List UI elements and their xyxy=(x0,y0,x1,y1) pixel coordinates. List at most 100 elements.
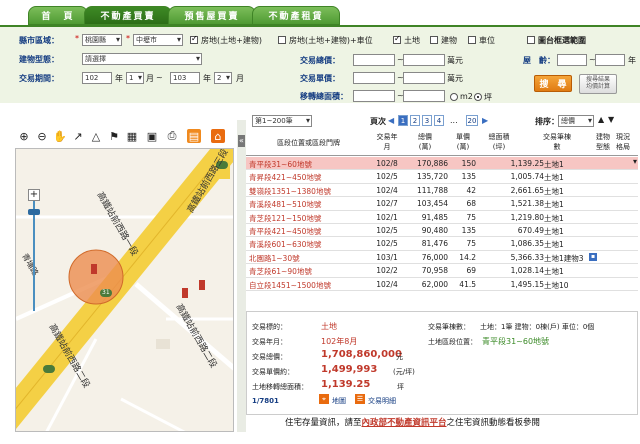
checkbox-house-land[interactable] xyxy=(190,34,198,44)
select-rect-icon[interactable]: ▦ xyxy=(125,129,139,143)
range-tilde: ~ xyxy=(156,73,163,82)
detail-link-icon[interactable]: ☰ xyxy=(355,394,365,404)
zoom-in-icon[interactable]: ⊕ xyxy=(17,129,31,143)
checkbox-house-land-parking[interactable] xyxy=(278,36,286,44)
age-max[interactable] xyxy=(595,54,625,66)
search-button[interactable]: 搜 尋 xyxy=(534,75,572,92)
building-info-icon[interactable]: ▪ xyxy=(589,252,597,261)
unit-price-max[interactable] xyxy=(403,72,445,84)
average-price-button[interactable]: 搜尋結果 均價計算 xyxy=(579,74,617,94)
cell-unit: 75 xyxy=(466,239,476,249)
cell-unit: 135 xyxy=(461,225,476,235)
footer-link[interactable]: 內政部不動產資訊平台 xyxy=(362,418,447,428)
period-to-year[interactable]: 103 xyxy=(170,72,200,84)
page-link[interactable]: 4 xyxy=(434,115,444,126)
total-price-unit: 萬元 xyxy=(447,56,463,65)
layer-icon[interactable]: ▤ xyxy=(187,129,201,143)
header-total[interactable]: 總價(萬) xyxy=(412,132,438,152)
measure-line-icon[interactable]: ↗ xyxy=(71,129,85,143)
header-date[interactable]: 交易年月 xyxy=(374,132,400,152)
county-select[interactable]: 桃園縣 xyxy=(82,34,122,46)
total-price-max[interactable] xyxy=(403,54,445,66)
table-row[interactable]: 青芝段121~150地號 102/1 91,485 75 1,219.80 土地1 xyxy=(246,211,638,224)
sort-asc-icon[interactable]: ▲ xyxy=(598,115,604,124)
footer-prefix: 住宅存量資訊，請至 xyxy=(285,418,362,428)
table-row[interactable]: 青芝段61~90地號 102/2 70,958 69 1,028.14 土地1 xyxy=(246,264,638,278)
detail-area-value: 1,139.25 xyxy=(321,379,371,390)
year-unit: 年 xyxy=(115,74,123,83)
period-to-month[interactable]: 2 xyxy=(214,72,232,84)
area-max[interactable] xyxy=(403,90,445,102)
radio-m2[interactable] xyxy=(450,93,458,101)
zoom-out-icon[interactable]: ⊖ xyxy=(35,129,49,143)
tab-home[interactable]: 首 頁 xyxy=(28,6,88,25)
marker-tool-icon[interactable]: ⚑ xyxy=(107,129,121,143)
checkbox-building[interactable] xyxy=(430,36,438,44)
header-unit[interactable]: 單價(萬) xyxy=(450,132,476,152)
map-link[interactable]: 地圖 xyxy=(332,396,346,406)
measure-area-icon[interactable]: △ xyxy=(89,129,103,143)
table-row[interactable]: 自立段1451~1500地號 102/4 62,000 41.5 1,495.15 土地1… xyxy=(246,278,638,291)
page-link[interactable]: 20 xyxy=(466,115,478,126)
average-price-line: 均價計算 xyxy=(585,83,610,90)
district-select[interactable]: 中壢市 xyxy=(133,34,183,46)
checkbox-label: 車位 xyxy=(479,36,495,45)
full-extent-icon[interactable]: ▣ xyxy=(145,129,159,143)
average-price-line: 搜尋結果 xyxy=(585,76,610,83)
cell-total: 76,000 xyxy=(421,252,448,262)
page-link[interactable]: 2 xyxy=(410,115,420,126)
area-min[interactable] xyxy=(353,90,395,102)
table-row[interactable]: 青平段421~450地號 102/5 90,480 135 670.49 土地1 xyxy=(246,224,638,238)
total-price-min[interactable] xyxy=(353,54,395,66)
detail-unit-label: 交易單價約： xyxy=(252,368,294,376)
print-map-icon[interactable]: ⌂ xyxy=(211,129,225,143)
map-range-label: 圖台框選範圍 xyxy=(538,36,586,45)
print-icon[interactable]: ⎙ xyxy=(165,129,179,143)
next-page-icon[interactable]: ▶ xyxy=(482,116,488,125)
detail-total-unit: 元 xyxy=(396,353,403,361)
header-location: 區段位置或區段門牌 xyxy=(277,139,340,147)
table-row[interactable]: 青平段31~60地號 102/8 170,886 150 1,139.25 土地1 xyxy=(246,157,638,171)
page-link[interactable]: 3 xyxy=(422,115,432,126)
zoom-slider-handle[interactable] xyxy=(28,209,40,215)
zoom-in-button[interactable]: + xyxy=(28,189,40,201)
tab-presale[interactable]: 預售屋買賣 xyxy=(168,6,256,25)
cell-loc: 青芝段61~90地號 xyxy=(249,267,312,277)
tab-rental[interactable]: 不動產租賃 xyxy=(252,6,340,25)
cell-area: 1,028.14 xyxy=(510,266,544,276)
sort-desc-icon[interactable]: ▼ xyxy=(608,115,614,124)
panel-splitter[interactable]: « xyxy=(237,120,246,432)
cell-unit: 68 xyxy=(466,199,476,209)
results-table-body: 青平段31~60地號102/8170,8861501,139.25土地1青昇段4… xyxy=(246,157,638,291)
tab-real-estate-sale[interactable]: 不動產買賣 xyxy=(84,6,172,25)
building-type-select[interactable]: 請選擇 xyxy=(82,53,202,65)
period-from-month[interactable]: 1 xyxy=(126,72,144,84)
cell-loc: 青昇段421~450地號 xyxy=(249,173,322,183)
collapse-arrow-icon[interactable]: « xyxy=(238,135,245,147)
range-select[interactable]: 第1~200筆 xyxy=(252,115,312,127)
detail-link[interactable]: 交易明細 xyxy=(368,396,396,406)
checkbox-map-range[interactable] xyxy=(527,36,535,44)
age-min[interactable] xyxy=(557,54,587,66)
pan-hand-icon[interactable]: ✋ xyxy=(53,129,67,143)
map-link-icon[interactable]: ⌖ xyxy=(319,394,329,404)
radio-ping[interactable] xyxy=(474,93,482,101)
table-row[interactable]: 雙嶺段1351~1380地號 102/4 111,788 42 2,661.65 土地1 xyxy=(246,184,638,198)
cell-trans: 土地1 xyxy=(544,200,564,210)
page-link[interactable]: 1 xyxy=(398,115,408,126)
sort-select[interactable]: 總價 xyxy=(558,115,594,127)
cell-loc: 青芝段121~150地號 xyxy=(249,213,322,223)
table-row[interactable]: 青溪段601~630地號 102/5 81,476 75 1,086.35 土地1 xyxy=(246,237,638,251)
table-row[interactable]: 青昇段421~450地號 102/5 135,720 135 1,005.74 土地1 xyxy=(246,170,638,184)
checkbox-land[interactable] xyxy=(393,34,401,44)
table-row[interactable]: 北園路1~30號 103/1 76,000 14.2 5,366.33 土地1建物3 ▪ xyxy=(246,251,638,265)
header-area[interactable]: 總面積(坪) xyxy=(486,132,512,152)
prev-page-icon[interactable]: ◀ xyxy=(388,116,394,125)
map-view[interactable]: 高鐵站前西路一段 高鐵站前西路二段 高鐵站前西路二段 高鐵站前西路三段 青埔路 … xyxy=(15,148,234,432)
period-from-year[interactable]: 102 xyxy=(82,72,112,84)
unit-price-min[interactable] xyxy=(353,72,395,84)
table-row[interactable]: 青溪段481~510地號 102/7 103,454 68 1,521.38 土地1 xyxy=(246,197,638,211)
cell-loc: 青平段421~450地號 xyxy=(249,226,322,236)
cell-total: 90,480 xyxy=(421,225,448,235)
checkbox-parking[interactable] xyxy=(468,36,476,44)
